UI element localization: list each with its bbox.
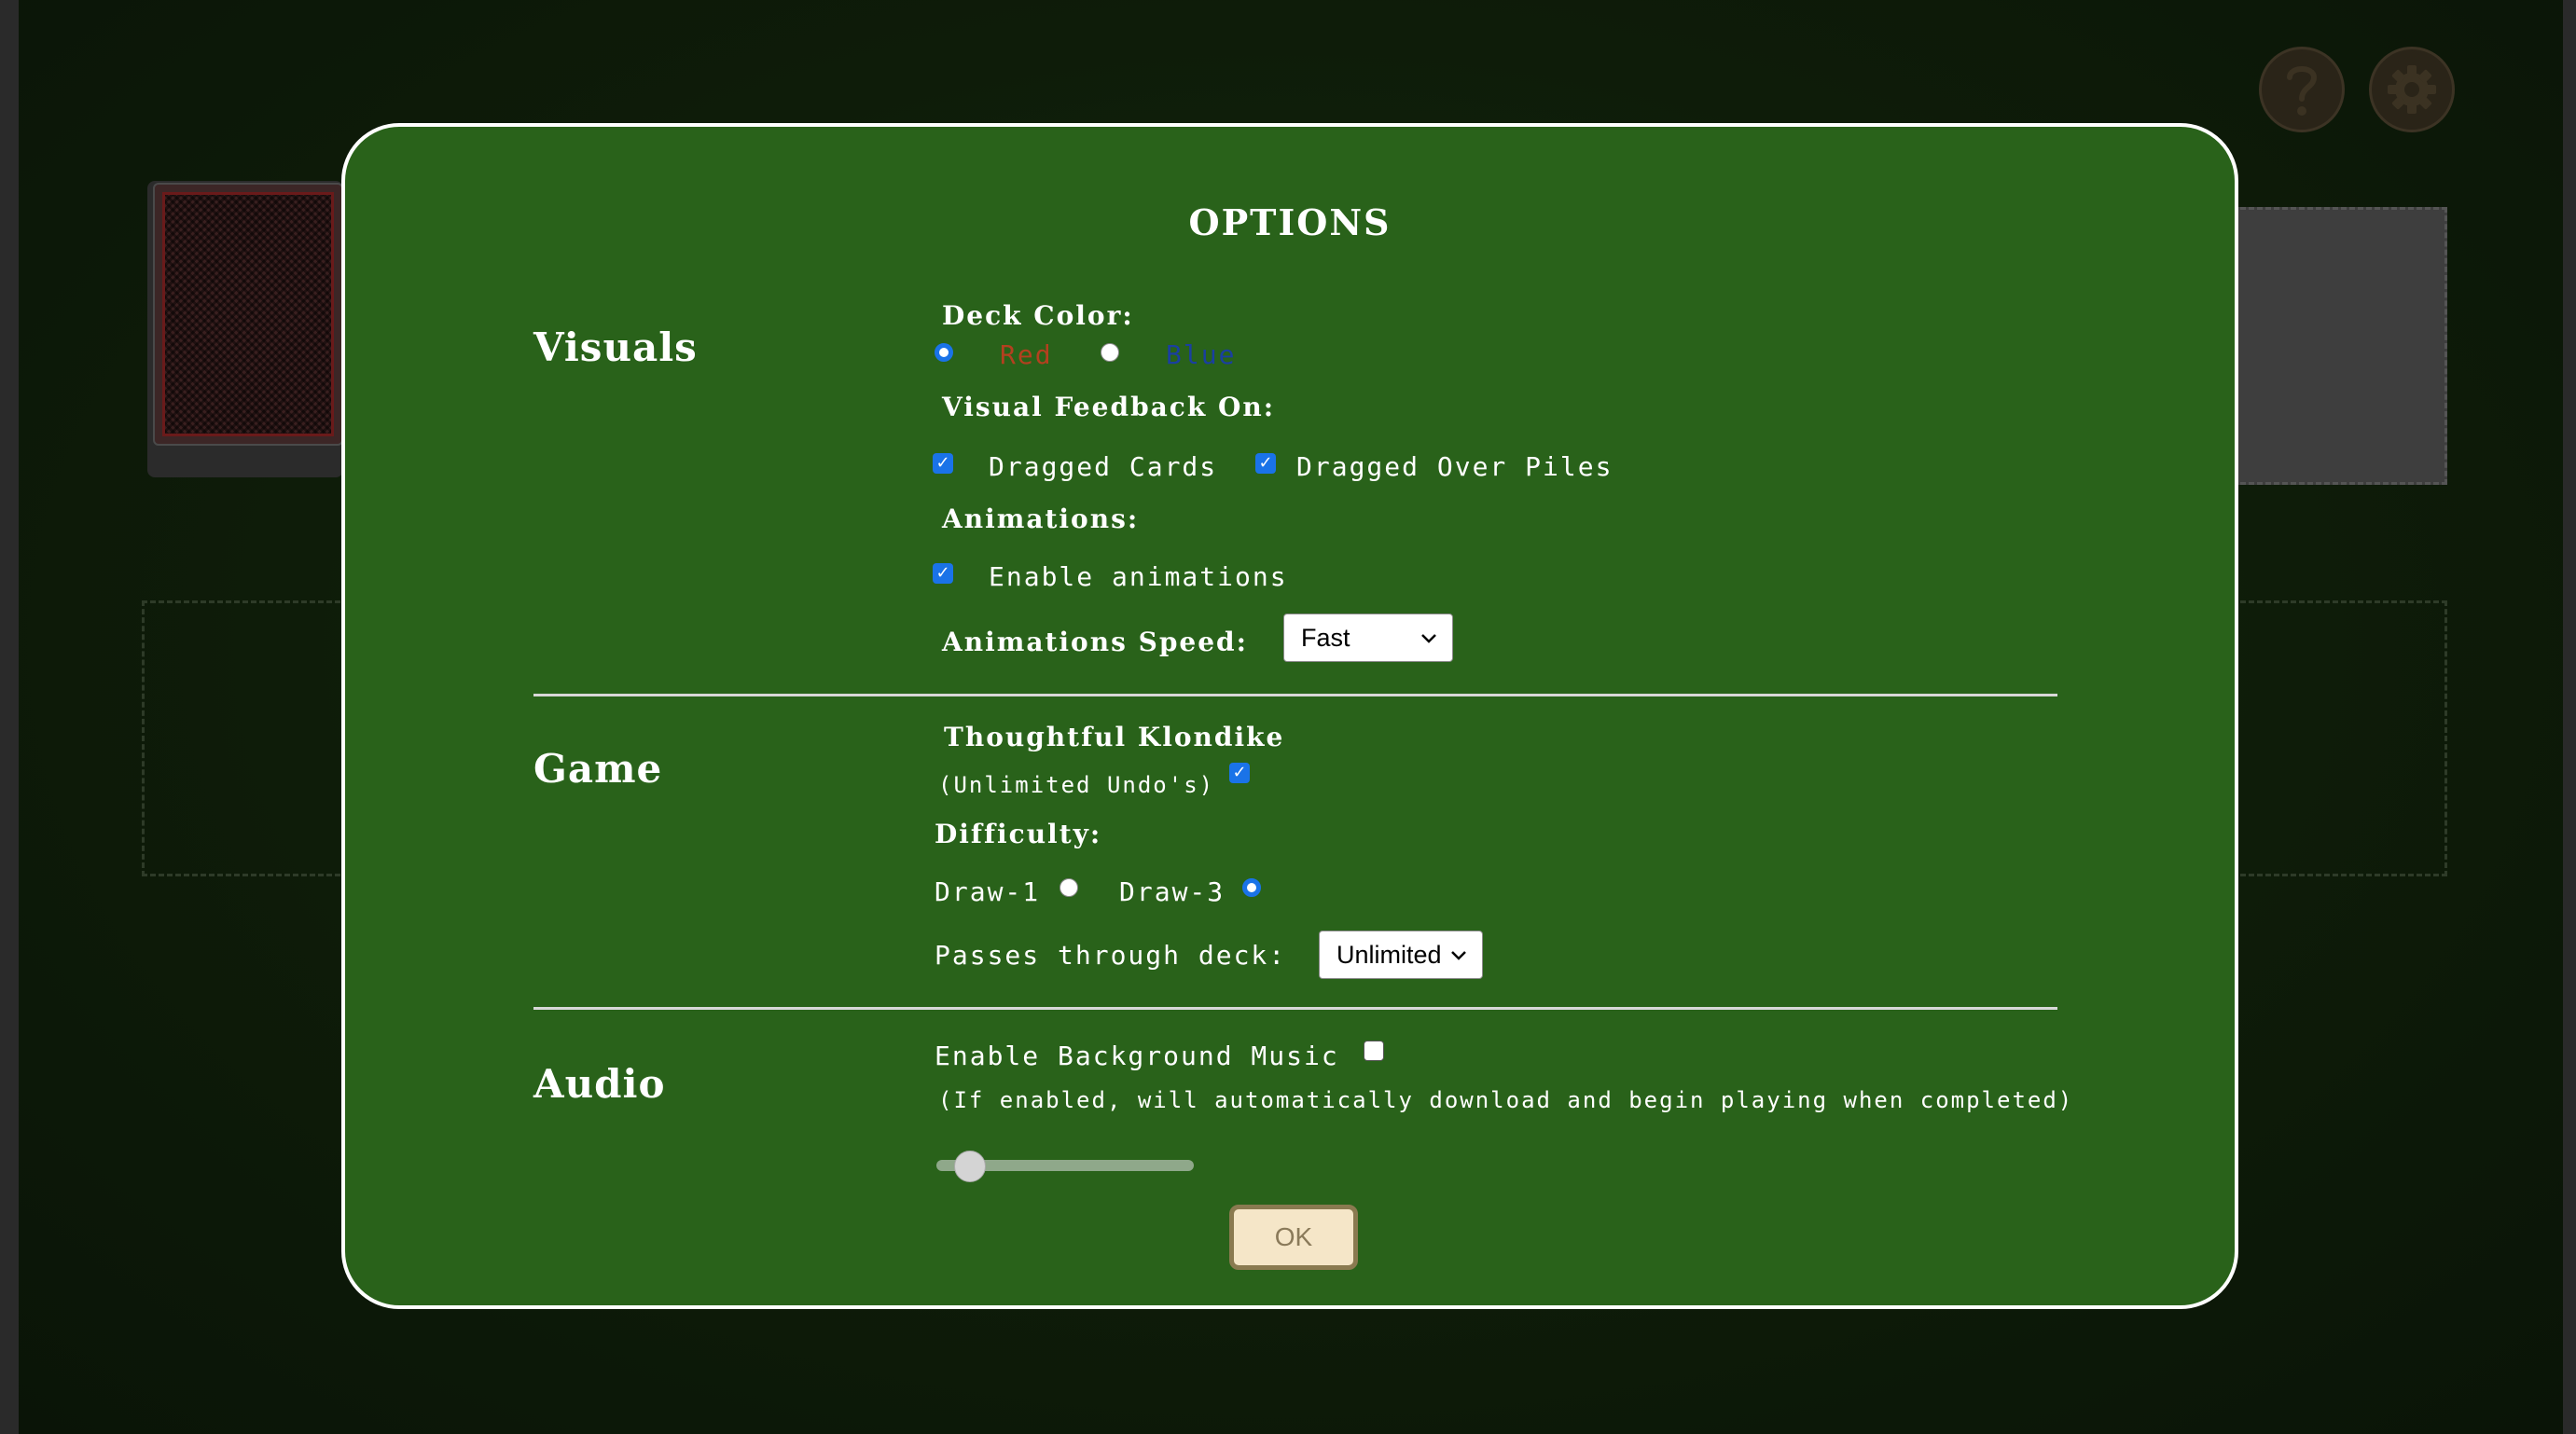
- chevron-down-icon: [1451, 951, 1466, 960]
- deck-color-label: Deck Color:: [942, 300, 1134, 331]
- passes-select[interactable]: Unlimited: [1319, 931, 1483, 979]
- section-title-game: Game: [533, 746, 663, 792]
- deck-color-blue-label: Blue: [1166, 339, 1237, 370]
- background-music-checkbox[interactable]: [1364, 1041, 1384, 1061]
- section-divider: [533, 694, 2057, 696]
- question-mark-icon: [2287, 66, 2318, 116]
- enable-animations-checkbox[interactable]: ✓: [933, 563, 953, 584]
- stock-pile-card[interactable]: [153, 183, 343, 446]
- draw-3-radio[interactable]: [1242, 878, 1261, 897]
- animations-speed-value: Fast: [1301, 623, 1350, 652]
- difficulty-label: Difficulty:: [935, 819, 1102, 849]
- options-dialog: OPTIONS Visuals Deck Color: Red Blue Vis…: [341, 123, 2238, 1309]
- deck-color-blue-radio[interactable]: [1101, 343, 1119, 362]
- thoughtful-klondike-label: Thoughtful Klondike: [944, 722, 1285, 752]
- volume-slider-thumb[interactable]: [954, 1151, 987, 1182]
- section-title-visuals: Visuals: [533, 324, 698, 370]
- animations-label: Animations:: [942, 503, 1140, 534]
- ok-button[interactable]: OK: [1229, 1205, 1358, 1270]
- passes-value: Unlimited: [1336, 940, 1442, 969]
- chevron-down-icon: [1421, 634, 1436, 643]
- deck-color-red-radio[interactable]: [935, 343, 953, 362]
- dragged-cards-checkbox[interactable]: ✓: [933, 453, 953, 474]
- animations-speed-select[interactable]: Fast: [1283, 614, 1453, 662]
- section-divider: [533, 1007, 2057, 1010]
- dragged-cards-label: Dragged Cards: [989, 451, 1218, 482]
- draw-1-label: Draw-1: [935, 876, 1041, 907]
- help-button[interactable]: [2259, 47, 2345, 132]
- window-edge-right: [2563, 0, 2576, 1434]
- passes-label: Passes through deck:: [935, 940, 1287, 971]
- gear-icon: [2388, 65, 2436, 114]
- deck-color-red-label: Red: [1000, 339, 1053, 370]
- visual-feedback-label: Visual Feedback On:: [942, 392, 1276, 422]
- dialog-title: OPTIONS: [1188, 201, 1392, 243]
- dragged-over-piles-label: Dragged Over Piles: [1296, 451, 1613, 482]
- card-back-pattern: [162, 192, 334, 436]
- draw-3-label: Draw-3: [1119, 876, 1226, 907]
- section-title-audio: Audio: [533, 1061, 666, 1107]
- window-edge-left: [0, 0, 19, 1434]
- enable-animations-label: Enable animations: [989, 561, 1288, 592]
- background-music-label: Enable Background Music: [935, 1041, 1339, 1071]
- background-music-note: (If enabled, will automatically download…: [938, 1087, 2074, 1113]
- settings-button[interactable]: [2369, 47, 2455, 132]
- draw-1-radio[interactable]: [1059, 878, 1078, 897]
- dragged-over-piles-checkbox[interactable]: ✓: [1255, 453, 1276, 474]
- animations-speed-label: Animations Speed:: [942, 627, 1248, 657]
- thoughtful-klondike-sub: (Unlimited Undo's): [938, 772, 1215, 798]
- thoughtful-klondike-checkbox[interactable]: ✓: [1229, 763, 1250, 783]
